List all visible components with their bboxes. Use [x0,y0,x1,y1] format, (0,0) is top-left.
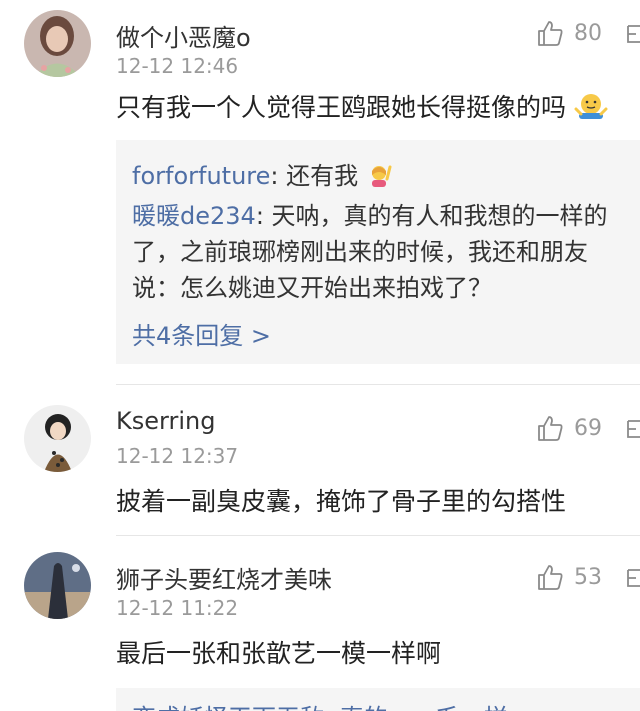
thumbs-up-icon [538,416,563,441]
reply-username[interactable]: forforfuture [132,162,270,190]
more-icon[interactable] [626,419,640,439]
reply-text-continued: 说：怎么姚迪又开始出来拍戏了？ [132,274,492,302]
username[interactable]: Kserring [116,407,215,435]
comment-item: Kserring 12-12 12:37 69 披着一副臭皮囊，掩饰了骨子里的勾… [0,385,640,535]
like-button[interactable]: 53 [536,562,602,592]
username[interactable]: 狮子头要红烧才美味 [116,560,332,595]
comment-time: 12-12 12:46 [116,54,239,78]
comment-item: 狮子头要红烧才美味 12-12 11:22 53 最后一张和张歆艺一模一样啊 变… [0,536,640,711]
reply-box: forforfuture: 还有我 暖暖de234: 天呐，真的有人和我想的一样… [116,140,640,364]
username[interactable]: 做个小恶魔o [116,18,251,53]
more-icon[interactable] [626,568,640,588]
like-count: 80 [574,20,602,46]
woman-raising-hand-emoji-icon [366,161,392,193]
thumbs-up-icon [538,565,563,590]
avatar[interactable] [24,552,91,619]
comment-time: 12-12 12:37 [116,444,239,468]
reply-item: 暖暖de234: 天呐，真的有人和我想的一样的 [132,202,608,230]
avatar[interactable] [24,405,91,472]
comment-text: 披着一副臭皮囊，掩饰了骨子里的勾搭性 [116,487,567,516]
reply-box: 变成妖怪天下无敌: 真的，一毛一样 [116,688,640,711]
thumbs-up-icon [538,21,563,46]
comment-time: 12-12 11:22 [116,596,239,620]
reply-text: 还有我 [286,162,359,190]
like-count: 69 [574,415,602,441]
comment-text: 最后一张和张歆艺一模一样啊 [116,639,442,668]
reply-item: 变成妖怪天下无敌: 真的，一毛一样 [132,698,508,711]
shrug-emoji-icon [574,91,608,127]
more-icon[interactable] [626,24,640,44]
see-all-replies-link[interactable]: 共4条回复 > [132,316,271,351]
comment-item: 做个小恶魔o 12-12 12:46 80 只有我一个人觉得王鸥跟她长得挺像的吗… [0,0,640,385]
like-button[interactable]: 80 [536,18,602,48]
avatar[interactable] [24,10,91,77]
comment-text: 只有我一个人觉得王鸥跟她长得挺像的吗 [116,88,608,127]
reply-item: forforfuture: 还有我 [132,156,392,193]
reply-text: 天呐，真的有人和我想的一样的 [271,202,608,230]
reply-username[interactable]: 暖暖de234 [132,202,256,230]
like-count: 53 [574,564,602,590]
reply-text-continued: 了，之前琅琊榜刚出来的时候，我还和朋友 [132,238,588,266]
like-button[interactable]: 69 [536,413,602,443]
